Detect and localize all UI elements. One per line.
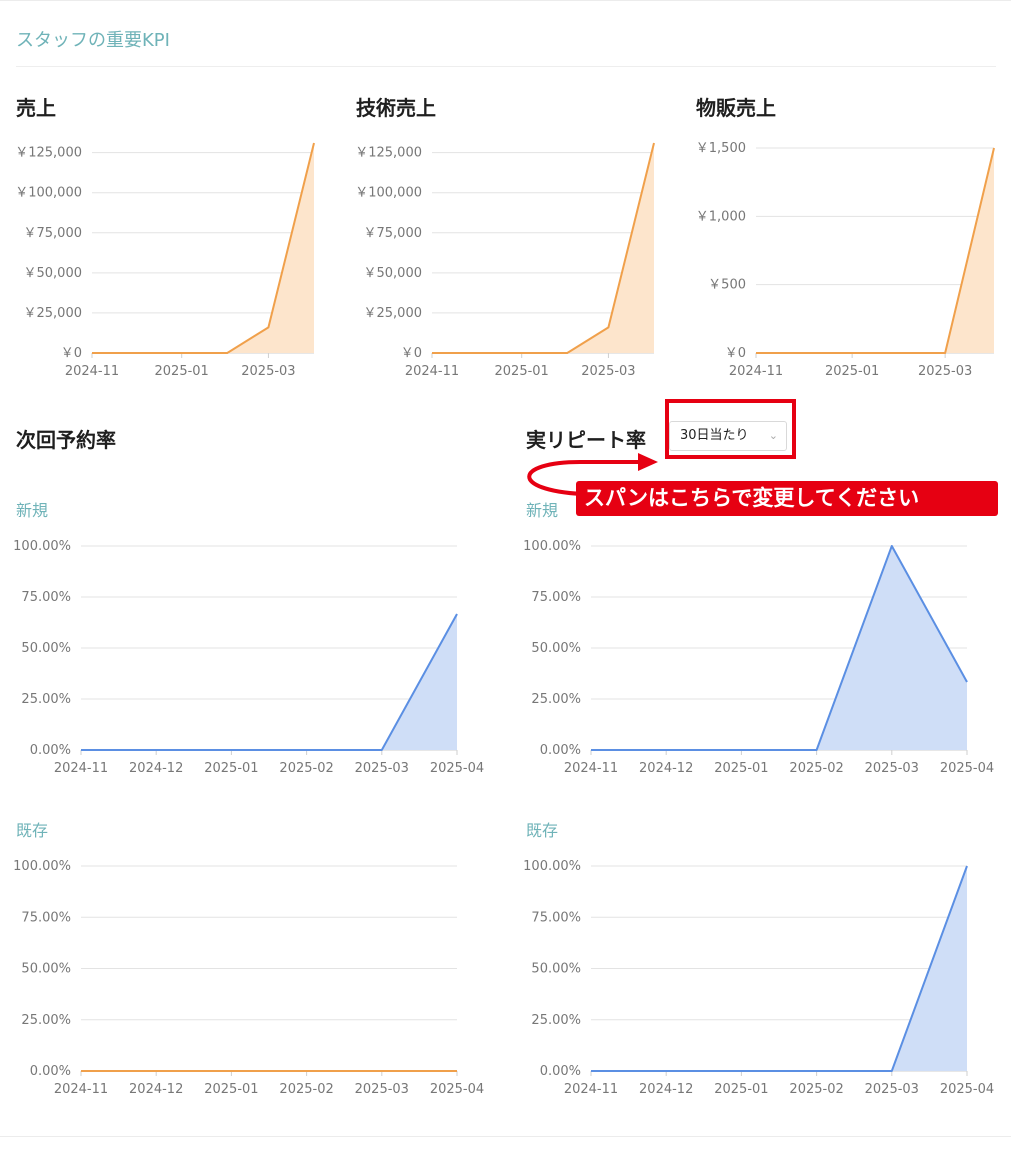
x-tick-label: 2025-01 (714, 1082, 768, 1097)
annotation-callout: スパンはこちらで変更してください (576, 481, 998, 516)
x-tick-label: 2024-12 (639, 761, 693, 776)
y-tick-label: 0.00% (540, 743, 581, 758)
x-tick-label: 2025-01 (714, 761, 768, 776)
tech-sales-title: 技術売上 (356, 96, 436, 120)
highlight-box (665, 399, 796, 459)
x-tick-label: 2025-01 (204, 761, 258, 776)
y-tick-label: ￥1,000 (696, 209, 746, 224)
y-tick-label: ￥0 (61, 346, 82, 361)
x-tick-label: 2025-02 (789, 1082, 843, 1097)
repeat-existing-chart: 0.00% 25.00% 50.00% 75.00% 100.00% 2024-11 202… (523, 859, 994, 1097)
x-tick-label: 2025-03 (241, 364, 295, 379)
y-tick-label: 0.00% (30, 743, 71, 758)
y-tick-label: ￥100,000 (15, 186, 82, 201)
sales-title: 売上 (16, 96, 56, 120)
y-tick-label: ￥50,000 (24, 266, 83, 281)
x-tick-label: 2024-12 (129, 1082, 183, 1097)
next-existing-subtitle: 既存 (16, 821, 49, 840)
x-tick-label: 2025-04 (940, 761, 994, 776)
x-tick-label: 2025-03 (865, 761, 919, 776)
repeat-new-chart: 0.00% 25.00% 50.00% 75.00% 100.00% 2024-11 202… (523, 539, 994, 776)
x-tick-label: 2025-04 (940, 1082, 994, 1097)
y-tick-label: ￥75,000 (24, 226, 83, 241)
retail-sales-title: 物販売上 (696, 96, 776, 120)
x-tick-label: 2024-11 (729, 364, 783, 379)
x-tick-label: 2024-11 (54, 761, 108, 776)
x-tick-label: 2025-01 (204, 1082, 258, 1097)
y-tick-label: 25.00% (531, 1013, 581, 1028)
y-tick-label: ￥1,500 (696, 141, 746, 156)
x-tick-label: 2025-02 (789, 761, 843, 776)
top-divider (0, 0, 1011, 1)
x-tick-label: 2025-02 (279, 1082, 333, 1097)
next-booking-title: 次回予約率 (16, 428, 116, 452)
x-tick-label: 2024-11 (65, 364, 119, 379)
y-tick-label: 25.00% (531, 692, 581, 707)
y-tick-label: 75.00% (21, 590, 71, 605)
y-tick-label: 0.00% (540, 1064, 581, 1079)
y-tick-label: 50.00% (531, 641, 581, 656)
tech-sales-chart: ￥0 ￥25,000 ￥50,000 ￥75,000 ￥100,000 ￥125,000 2… (355, 142, 655, 379)
bottom-divider (0, 1136, 1011, 1137)
y-tick-label: 50.00% (21, 641, 71, 656)
series-area (92, 143, 314, 353)
y-tick-label: 100.00% (523, 539, 581, 554)
series-area (432, 143, 654, 353)
repeat-new-subtitle: 新規 (526, 501, 559, 520)
sales-chart: ￥0 ￥25,000 ￥50,000 ￥75,000 ￥100,000 ￥125,000 2… (15, 142, 315, 379)
x-tick-label: 2025-03 (355, 761, 409, 776)
x-tick-label: 2025-01 (495, 364, 549, 379)
y-tick-label: ￥125,000 (355, 146, 422, 161)
y-tick-label: ￥0 (725, 346, 746, 361)
x-tick-label: 2025-03 (918, 364, 972, 379)
x-tick-label: 2025-02 (279, 761, 333, 776)
y-tick-label: 75.00% (531, 590, 581, 605)
x-tick-label: 2025-04 (430, 761, 484, 776)
x-tick-label: 2024-11 (564, 1082, 618, 1097)
y-tick-label: 75.00% (531, 910, 581, 925)
page-title: スタッフの重要KPI (16, 30, 170, 51)
x-tick-label: 2024-11 (405, 364, 459, 379)
x-tick-label: 2025-03 (581, 364, 635, 379)
next-new-subtitle: 新規 (16, 501, 49, 520)
y-tick-label: 25.00% (21, 1013, 71, 1028)
x-tick-label: 2024-12 (129, 761, 183, 776)
next-existing-chart: 0.00% 25.00% 50.00% 75.00% 100.00% 2024-11 202… (13, 859, 484, 1097)
y-tick-label: 100.00% (523, 859, 581, 874)
repeat-existing-subtitle: 既存 (526, 821, 559, 840)
x-tick-label: 2024-11 (564, 761, 618, 776)
y-tick-label: ￥25,000 (24, 306, 83, 321)
x-tick-label: 2024-11 (54, 1082, 108, 1097)
y-tick-label: 100.00% (13, 859, 71, 874)
y-tick-label: ￥125,000 (15, 146, 82, 161)
retail-sales-chart: ￥0 ￥500 ￥1,000 ￥1,500 2024-11 2025-01 2025-03 (696, 141, 995, 379)
y-tick-label: 100.00% (13, 539, 71, 554)
y-tick-label: 0.00% (30, 1064, 71, 1079)
x-tick-label: 2025-04 (430, 1082, 484, 1097)
y-tick-label: ￥100,000 (355, 186, 422, 201)
y-tick-label: ￥0 (401, 346, 422, 361)
y-tick-label: ￥75,000 (364, 226, 423, 241)
next-new-chart: 0.00% 25.00% 50.00% 75.00% 100.00% 2024-11 202… (13, 539, 484, 776)
y-tick-label: ￥50,000 (364, 266, 423, 281)
y-tick-label: 50.00% (531, 962, 581, 977)
series-area (81, 613, 457, 750)
x-tick-label: 2024-12 (639, 1082, 693, 1097)
y-tick-label: 50.00% (21, 962, 71, 977)
x-tick-label: 2025-03 (355, 1082, 409, 1097)
y-tick-label: 25.00% (21, 692, 71, 707)
title-divider (16, 66, 996, 67)
x-tick-label: 2025-01 (155, 364, 209, 379)
x-tick-label: 2025-03 (865, 1082, 919, 1097)
series-area (756, 148, 994, 353)
x-tick-label: 2025-01 (825, 364, 879, 379)
repeat-title: 実リピート率 (526, 428, 646, 452)
y-tick-label: ￥25,000 (364, 306, 423, 321)
y-tick-label: ￥500 (708, 278, 746, 293)
y-tick-label: 75.00% (21, 910, 71, 925)
